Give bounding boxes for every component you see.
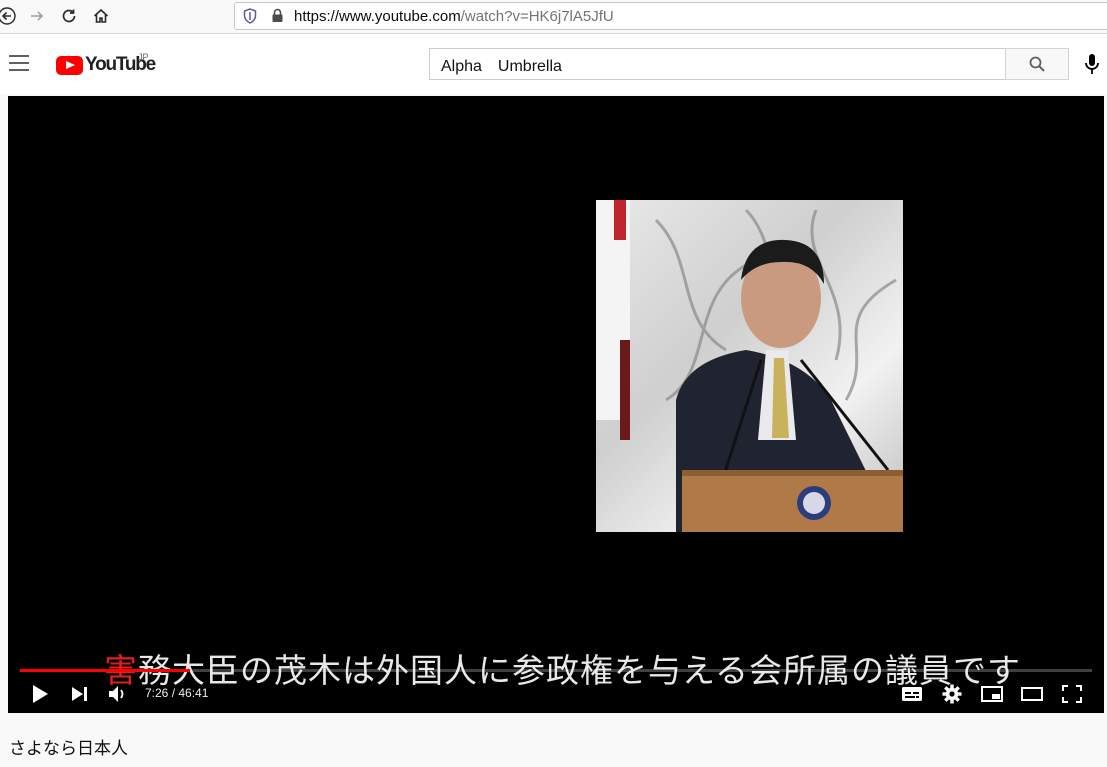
video-frame-image [596,200,903,532]
volume-icon [109,686,124,702]
search-box[interactable] [429,48,1005,80]
menu-icon-bar [9,69,29,71]
youtube-header: YouTube JP [0,34,1107,94]
home-icon [93,8,109,23]
url-host: https://www.youtube.com [294,8,461,25]
search-input[interactable] [430,49,1005,79]
region-code: JP [138,52,149,62]
gear-icon [942,684,962,704]
youtube-play-logo-icon [56,55,83,75]
miniplayer-icon [981,686,1003,702]
mute-button[interactable] [104,680,132,708]
back-arrow-icon [0,7,16,25]
next-track-icon [72,687,87,701]
menu-icon-bar [9,55,29,57]
next-button[interactable] [66,680,94,708]
search-button[interactable] [1005,48,1069,80]
progress-bar[interactable] [20,669,1092,672]
closed-captions-icon [902,687,922,701]
address-bar[interactable]: https://www.youtube.com/watch?v=HK6j7lA5… [234,2,1107,30]
video-title: さよなら日本人 [9,739,128,759]
play-icon [33,685,48,703]
browser-toolbar: https://www.youtube.com/watch?v=HK6j7lA5… [0,0,1107,34]
home-button[interactable] [88,3,114,29]
search-icon [1029,56,1045,72]
theater-mode-button[interactable] [1018,680,1046,708]
tracking-shield-icon[interactable] [243,8,257,24]
duration: 46:41 [178,686,209,700]
forward-arrow-icon [31,11,44,21]
fullscreen-icon [1062,685,1082,703]
current-time: 7:26 [145,686,169,700]
guide-menu-button[interactable] [9,55,31,73]
player-controls: 7:26 / 46:41 [8,676,1104,710]
miniplayer-button[interactable] [978,680,1006,708]
time-display: 7:26 / 46:41 [145,686,209,700]
fullscreen-button[interactable] [1058,680,1086,708]
lock-icon[interactable] [271,8,284,23]
reload-button[interactable] [56,3,82,29]
reload-icon [62,9,76,23]
progress-bar-played [20,669,191,672]
settings-button[interactable] [938,680,966,708]
subtitles-button[interactable] [898,680,926,708]
video-player[interactable]: 害務大臣の茂木は外国人に参政権を与える会所属の議員です 7:26 / 46:41 [8,96,1104,713]
theater-mode-icon [1021,687,1043,701]
url-text[interactable]: https://www.youtube.com/watch?v=HK6j7lA5… [294,8,614,25]
menu-icon-bar [9,62,29,64]
forward-button[interactable] [24,3,50,29]
voice-search-button[interactable] [1080,52,1104,76]
speaker-at-podium-illustration [596,200,903,532]
back-button[interactable] [0,3,20,29]
microphone-icon [1085,54,1099,74]
play-button[interactable] [26,680,54,708]
url-path: /watch?v=HK6j7lA5JfU [460,8,614,25]
